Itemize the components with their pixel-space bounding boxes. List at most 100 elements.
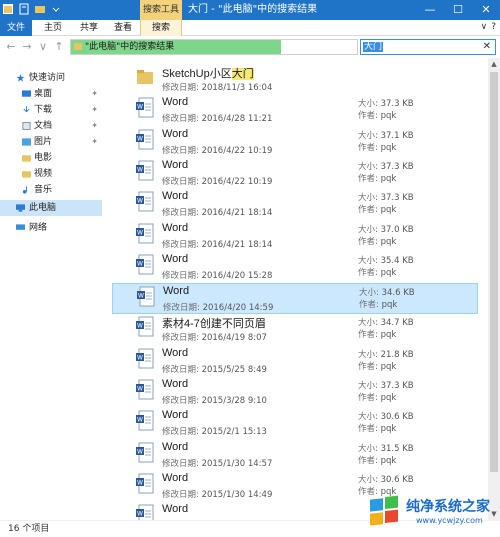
tab-file[interactable]: 文件 — [0, 20, 32, 36]
tab-share[interactable]: 共享 — [74, 20, 104, 36]
tab-search[interactable]: 搜索 — [140, 20, 182, 36]
file-name-text: Word — [162, 252, 189, 265]
modified-value: 2015/1/30 14:57 — [201, 458, 273, 469]
scroll-thumb[interactable] — [490, 72, 498, 472]
svg-text:W: W — [137, 448, 143, 455]
modified-value: 2015/1/30 14:49 — [201, 489, 273, 500]
file-name-text: Word — [162, 409, 189, 422]
file-name: Word — [162, 159, 188, 171]
size-label: 大小: — [358, 161, 378, 172]
modified-value: 2016/4/20 15:28 — [201, 270, 273, 281]
size-label: 大小: — [358, 318, 378, 329]
sidebar-item-label: 音乐 — [34, 185, 53, 195]
author-value: pqk — [380, 330, 397, 341]
file-row[interactable]: W Word 修改日期: 2016/4/21 18:14 大小: 37.0 KB 作者:… — [112, 221, 478, 252]
modified-value: 2016/4/19 8:07 — [201, 333, 267, 344]
modified-value: 2016/4/22 10:19 — [201, 176, 273, 187]
file-name: Word — [162, 503, 188, 515]
sidebar-item-pictures[interactable]: 图片 ✦ — [0, 134, 102, 150]
size-label: 大小: — [358, 99, 378, 110]
navigation-pane: 快速访问 桌面 ✦ 下载 ✦ 文档 ✦ 图片 ✦ 电影 视频 音乐 此电脑 网络 — [0, 58, 102, 516]
word-document-icon: W — [137, 286, 155, 307]
sidebar-item-desktop[interactable]: 桌面 ✦ — [0, 86, 102, 102]
file-name: Word — [162, 347, 188, 359]
modified-date: 修改日期: 2016/4/21 18:14 — [162, 206, 272, 218]
new-folder-icon[interactable] — [34, 2, 46, 16]
forward-button[interactable]: → — [20, 39, 34, 55]
modified-value: 2016/4/21 18:14 — [201, 239, 273, 250]
size-value: 31.5 KB — [380, 443, 414, 454]
documents-icon — [22, 122, 31, 130]
author-label: 作者: — [358, 173, 378, 184]
sidebar-item-this-pc[interactable]: 此电脑 — [0, 200, 102, 216]
pictures-icon — [22, 138, 31, 146]
recent-locations-button[interactable]: ∨ — [36, 39, 50, 55]
file-row[interactable]: W Word 修改日期: 2016/4/20 14:59 大小: 34.6 KB 作者:… — [112, 283, 478, 315]
file-name: Word — [162, 222, 188, 234]
svg-text:W: W — [137, 135, 143, 142]
clear-search-icon[interactable]: ✕ — [483, 40, 491, 54]
svg-text:W: W — [137, 386, 143, 393]
file-row[interactable]: W Word 修改日期: 2016/4/22 10:19 大小: 37.1 KB 作者:… — [112, 127, 478, 158]
size-label: 大小: — [358, 443, 378, 454]
modified-value: 2016/4/21 18:14 — [201, 208, 273, 219]
star-icon — [16, 74, 25, 82]
size-value: 37.3 KB — [380, 193, 414, 204]
modified-value: 2016/4/22 10:19 — [201, 145, 273, 156]
minimize-button[interactable]: — — [416, 0, 444, 20]
help-icon[interactable]: ? — [491, 22, 496, 32]
tab-view[interactable]: 查看 — [108, 20, 138, 36]
file-name-text: Word — [162, 190, 189, 203]
vertical-scrollbar[interactable]: ▲ ▼ — [488, 58, 500, 520]
address-bar[interactable]: "此电脑"中的搜索结果 ∨ ✕ — [70, 39, 427, 55]
tab-home[interactable]: 主页 — [38, 20, 68, 36]
author-value: pqk — [380, 205, 397, 216]
sidebar-item-label: 网络 — [29, 223, 48, 233]
file-row[interactable]: W Word 修改日期: 2015/5/25 8:49 大小: 21.8 KB 作者: … — [112, 346, 478, 377]
author-value: pqk — [380, 173, 397, 184]
author-value: pqk — [380, 361, 397, 372]
expand-ribbon-icon[interactable]: ∨ — [481, 22, 488, 32]
sidebar-item-videos[interactable]: 视频 — [0, 166, 102, 182]
customize-toolbar-icon[interactable] — [50, 2, 62, 16]
close-button[interactable]: ✕ — [472, 0, 500, 20]
file-row[interactable]: W 素材4-7创建不同页眉 修改日期: 2016/4/19 8:07 大小: 34.7… — [112, 314, 478, 345]
sidebar-item-documents[interactable]: 文档 ✦ — [0, 118, 102, 134]
maximize-button[interactable]: ☐ — [444, 0, 472, 20]
file-meta: 大小: 37.3 KB 作者: pqk — [358, 98, 414, 122]
size-label: 大小: — [358, 381, 378, 391]
nav-quick-access[interactable]: 快速访问 — [0, 70, 102, 86]
properties-icon[interactable] — [18, 2, 30, 16]
file-name-text: Word — [162, 221, 189, 234]
modified-date: 修改日期: 2016/4/21 18:14 — [162, 238, 272, 250]
search-input[interactable]: 大门 ✕ — [360, 39, 496, 55]
author-label: 作者: — [358, 111, 378, 122]
modified-label: 修改日期: — [162, 364, 199, 375]
file-row[interactable]: W Word 修改日期: 2016/4/20 15:28 大小: 35.4 KB 作者:… — [112, 252, 478, 283]
back-button[interactable]: ← — [4, 39, 18, 55]
modified-label: 修改日期: — [162, 270, 199, 281]
scroll-up-arrow-icon[interactable]: ▲ — [488, 58, 500, 70]
svg-text:W: W — [138, 293, 144, 300]
author-label: 作者: — [359, 300, 379, 311]
file-row[interactable]: W Word 修改日期: 2016/4/28 11:21 大小: 37.3 KB 作者:… — [112, 95, 478, 126]
sidebar-item-movies[interactable]: 电影 — [0, 150, 102, 166]
explorer-icon[interactable] — [2, 2, 14, 16]
file-row[interactable]: W Word 修改日期: 2016/4/22 10:19 大小: 37.3 KB 作者:… — [112, 158, 478, 189]
sidebar-item-downloads[interactable]: 下载 ✦ — [0, 102, 102, 118]
file-name-text: Word — [162, 378, 189, 390]
svg-text:W: W — [137, 229, 143, 236]
up-button[interactable]: ↑ — [52, 39, 66, 55]
file-name-text: Word — [162, 471, 189, 484]
folder-icon — [74, 43, 82, 50]
svg-text:W: W — [137, 198, 143, 205]
modified-value: 2015/5/25 8:49 — [201, 364, 267, 375]
folder-row[interactable]: SketchUp小区大门 修改日期: 2018/11/3 16:04 — [112, 64, 478, 95]
sidebar-item-network[interactable]: 网络 — [0, 220, 102, 236]
file-row[interactable]: W Word 修改日期: 2015/3/28 9:10 大小: 37.3 KB 作者: … — [112, 377, 478, 408]
file-row[interactable]: W Word 修改日期: 2015/2/1 15:13 大小: 30.6 KB 作者: … — [112, 408, 478, 439]
file-row[interactable]: W Word 修改日期: 2016/4/21 18:14 大小: 37.3 KB 作者:… — [112, 189, 478, 220]
sidebar-item-music[interactable]: 音乐 — [0, 182, 102, 198]
file-row[interactable]: W Word 修改日期: 2015/1/30 14:57 大小: 31.5 KB 作者:… — [112, 440, 478, 471]
watermark-url: www.ycwjzy.com — [416, 516, 483, 525]
